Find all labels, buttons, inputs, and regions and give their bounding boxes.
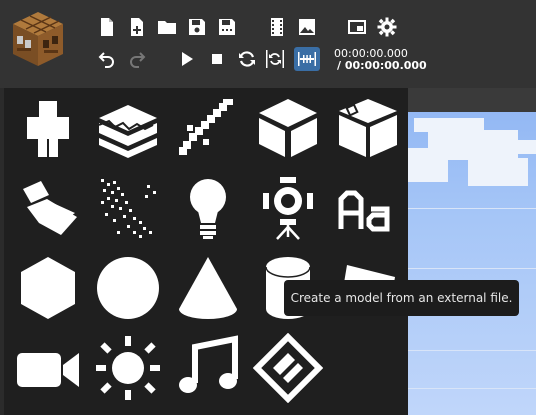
toolbar: 00:00:00.000 / 00:00:00.000: [0, 0, 536, 88]
gear-icon[interactable]: [376, 16, 398, 38]
save-as-icon[interactable]: [216, 16, 238, 38]
grid-line: [408, 268, 536, 269]
camera-icon[interactable]: [8, 328, 88, 408]
tooltip-text: Create a model from an external file.: [290, 291, 513, 305]
particles-icon[interactable]: [88, 168, 168, 248]
spotlight-icon[interactable]: [248, 168, 328, 248]
folder-open-icon[interactable]: [156, 16, 178, 38]
cloud: [468, 158, 528, 186]
player-model-icon[interactable]: [8, 88, 88, 168]
viewport-header: [408, 88, 536, 112]
picture-in-picture-icon[interactable]: [346, 16, 368, 38]
grid-line: [408, 208, 536, 209]
save-icon[interactable]: [186, 16, 208, 38]
loop-icon[interactable]: [236, 48, 258, 70]
sword-icon[interactable]: [168, 88, 248, 168]
import-model-icon[interactable]: [248, 328, 328, 408]
scene-viewport[interactable]: [408, 88, 536, 415]
tooltip: Create a model from an external file.: [284, 280, 519, 316]
new-file-icon[interactable]: [96, 16, 118, 38]
grid-line: [408, 350, 536, 351]
film-icon[interactable]: [266, 16, 288, 38]
sun-icon[interactable]: [88, 328, 168, 408]
cloud: [498, 140, 536, 154]
sync-icon[interactable]: [264, 48, 286, 70]
cone-icon[interactable]: [168, 248, 248, 328]
image-icon[interactable]: [296, 16, 318, 38]
redo-icon[interactable]: [126, 48, 148, 70]
sphere-icon[interactable]: [88, 248, 168, 328]
undo-icon[interactable]: [96, 48, 118, 70]
music-note-icon[interactable]: [168, 328, 248, 408]
chest-icon[interactable]: [328, 88, 408, 168]
stop-icon[interactable]: [206, 48, 228, 70]
total-time: / 00:00:00.000: [337, 59, 427, 72]
grid-line: [408, 388, 536, 389]
block-edge-icon[interactable]: [8, 168, 88, 248]
cube-icon[interactable]: [248, 88, 328, 168]
timeline-icon[interactable]: [294, 47, 320, 71]
app-logo-icon: [11, 10, 65, 68]
light-bulb-icon[interactable]: [168, 168, 248, 248]
play-icon[interactable]: [176, 48, 198, 70]
add-object-panel: [4, 88, 408, 415]
cake-layers-icon[interactable]: [88, 88, 168, 168]
hexagon-icon[interactable]: [8, 248, 88, 328]
cloud: [408, 148, 448, 182]
text-icon[interactable]: [328, 168, 408, 248]
new-file-plus-icon[interactable]: [126, 16, 148, 38]
